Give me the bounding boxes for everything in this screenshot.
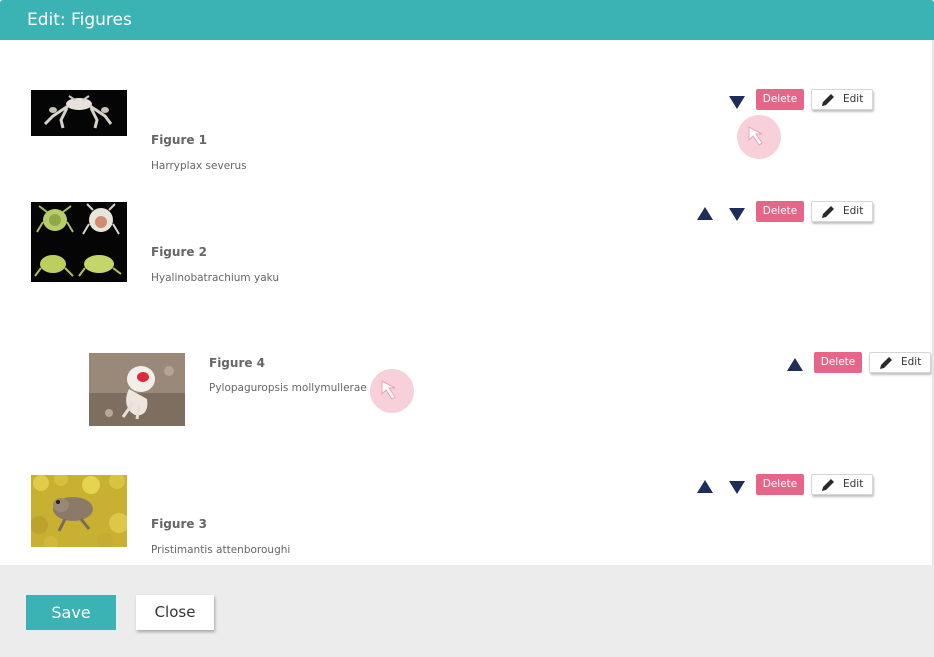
figure-title: Figure 3 xyxy=(151,517,208,531)
figure-thumbnail xyxy=(31,90,127,136)
cursor-highlight xyxy=(370,369,414,413)
move-down-button[interactable] xyxy=(729,481,745,494)
edit-button[interactable]: Edit xyxy=(811,474,873,495)
edit-label: Edit xyxy=(843,205,864,217)
close-button[interactable]: Close xyxy=(136,595,214,630)
figure-title: Figure 4 xyxy=(209,356,266,370)
pencil-icon xyxy=(820,92,836,115)
figure-caption: Hyalinobatrachium yaku xyxy=(151,272,280,284)
dialog-header: Edit: Figures xyxy=(0,0,934,40)
edit-button[interactable]: Edit xyxy=(811,89,873,110)
pencil-icon xyxy=(820,477,836,500)
edit-label: Edit xyxy=(843,93,864,105)
pencil-icon xyxy=(878,355,894,378)
cursor-arrow-icon xyxy=(748,126,763,146)
edit-label: Edit xyxy=(901,356,922,368)
figure-caption: Pylopaguropsis mollymullerae xyxy=(209,382,367,394)
pencil-icon xyxy=(820,204,836,227)
move-up-button[interactable] xyxy=(787,358,803,371)
delete-button[interactable]: Delete xyxy=(756,474,804,495)
dialog-footer: Save Close xyxy=(0,565,934,657)
figure-title: Figure 2 xyxy=(151,245,208,259)
figure-title: Figure 1 xyxy=(151,133,208,147)
move-up-button[interactable] xyxy=(697,480,713,493)
figure-row-dragging[interactable]: Figure 4 Pylopaguropsis mollymullerae xyxy=(89,353,934,426)
figure-caption: Harryplax severus xyxy=(151,160,247,172)
figure-caption: Pristimantis attenboroughi xyxy=(151,544,291,556)
cursor-highlight xyxy=(737,115,781,159)
figure-thumbnail xyxy=(31,202,127,282)
delete-button[interactable]: Delete xyxy=(756,89,804,110)
move-down-button[interactable] xyxy=(729,96,745,109)
figure-thumbnail xyxy=(89,353,185,426)
move-up-button[interactable] xyxy=(697,207,713,220)
cursor-arrow-icon xyxy=(381,380,396,400)
delete-button[interactable]: Delete xyxy=(756,201,804,222)
save-button[interactable]: Save xyxy=(26,595,116,630)
figure-thumbnail xyxy=(31,475,127,547)
figures-list: Figure 1 Harryplax severus Delete Edit F… xyxy=(0,40,934,565)
edit-label: Edit xyxy=(843,478,864,490)
move-down-button[interactable] xyxy=(729,208,745,221)
delete-button[interactable]: Delete xyxy=(814,352,862,373)
dialog-title: Edit: Figures xyxy=(27,10,132,30)
edit-button[interactable]: Edit xyxy=(869,352,931,373)
edit-button[interactable]: Edit xyxy=(811,201,873,222)
